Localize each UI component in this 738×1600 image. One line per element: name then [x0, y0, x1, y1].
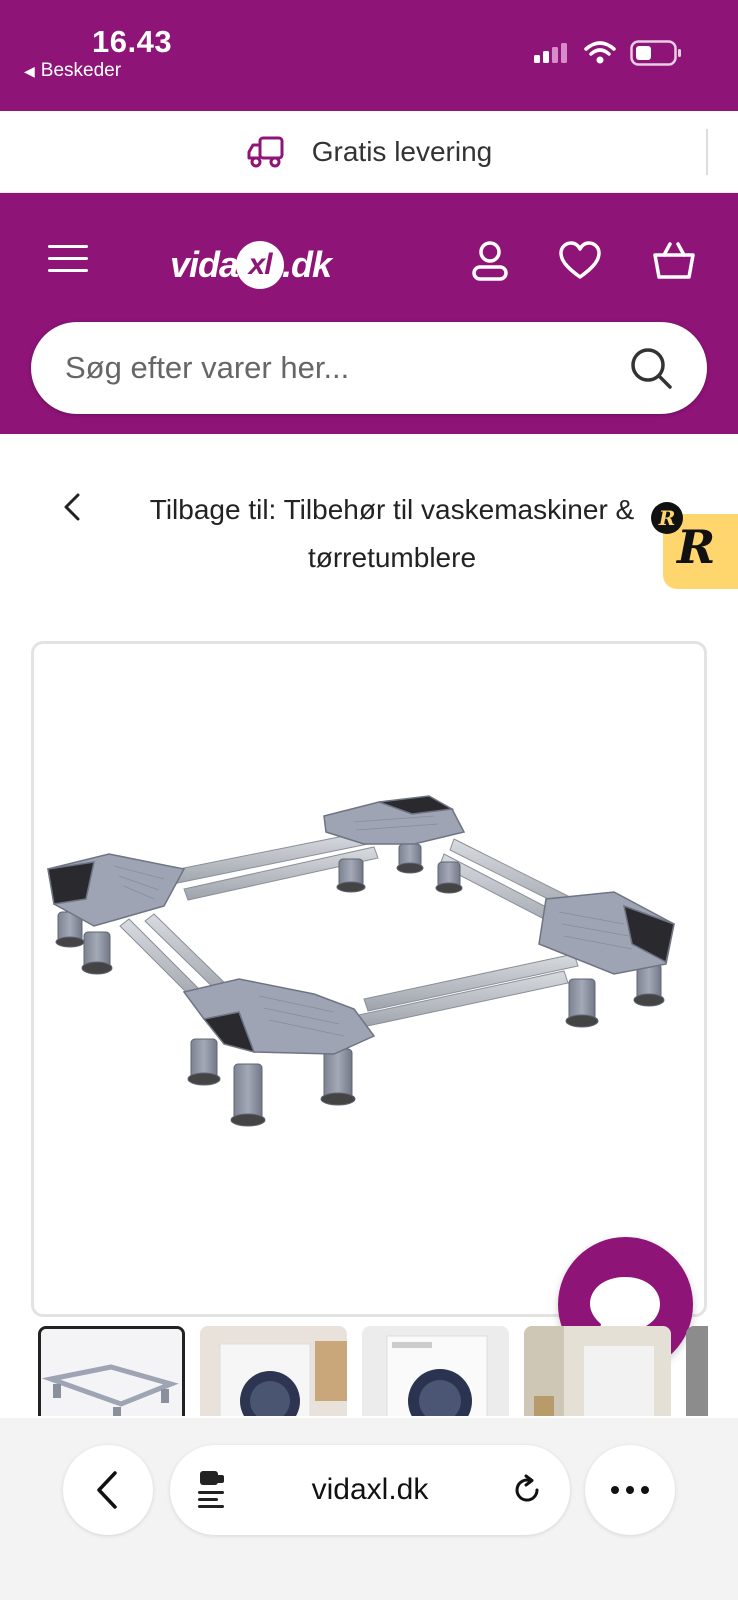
browser-url-bar[interactable]: vidaxl.dk [170, 1445, 570, 1535]
thumbnail-3[interactable] [362, 1326, 509, 1416]
reward-badge-small-letter: R [651, 502, 683, 534]
back-icon [97, 1471, 117, 1509]
back-triangle-icon: ◀ [24, 62, 35, 79]
reward-badge-letter: R [677, 520, 716, 574]
logo-text-dk: .dk [282, 244, 332, 285]
product-image[interactable] [31, 641, 707, 1317]
thumbnail-2[interactable] [200, 1326, 347, 1416]
search-placeholder: Søg efter varer her... [65, 350, 350, 385]
menu-icon[interactable] [48, 245, 88, 275]
delivery-truck-icon [247, 136, 284, 167]
thumbnail-room-image [524, 1326, 671, 1416]
promo-text: Gratis levering [311, 135, 493, 167]
browser-url-text: vidaxl.dk [311, 1473, 429, 1506]
thumbnail-strip [38, 1326, 708, 1416]
thumbnail-4[interactable] [524, 1326, 671, 1416]
status-time: 16.43 [92, 24, 173, 59]
browser-toolbar: vidaxl.dk [0, 1418, 738, 1600]
reward-badge[interactable]: R R [651, 502, 738, 589]
browser-more-button[interactable] [585, 1445, 675, 1535]
thumbnail-partial-image [686, 1326, 708, 1416]
more-icon [611, 1486, 649, 1494]
basket-icon[interactable] [652, 239, 696, 283]
thumbnail-washer-image [200, 1326, 347, 1416]
status-bar: 16.43 ◀ Beskeder [0, 0, 738, 111]
site-header: vida xl .dk Søg efter varer her... [0, 193, 738, 434]
thumbnail-1[interactable] [38, 1326, 185, 1416]
reload-icon[interactable] [510, 1473, 544, 1507]
reader-icon[interactable] [196, 1469, 232, 1511]
breadcrumb[interactable]: Tilbage til: Tilbehør til vaskemaskiner … [60, 486, 670, 582]
browser-back-button[interactable] [63, 1445, 153, 1535]
battery-icon [630, 40, 681, 66]
thumbnail-stand-image [41, 1329, 182, 1416]
promo-divider [706, 129, 708, 175]
back-app-label: Beskeder [40, 60, 122, 81]
thumbnail-5[interactable] [686, 1326, 708, 1416]
vidaxl-logo[interactable]: vida xl .dk [170, 235, 332, 295]
promo-bar: Gratis levering [0, 111, 738, 193]
heart-icon[interactable] [558, 239, 602, 283]
thumbnail-washer-front-image [362, 1326, 509, 1416]
search-input[interactable]: Søg efter varer her... [31, 322, 707, 414]
search-icon[interactable] [629, 346, 673, 390]
wifi-icon [584, 41, 616, 64]
status-icons [534, 40, 682, 66]
breadcrumb-link[interactable]: Tilbage til: Tilbehør til vaskemaskiner … [114, 486, 670, 582]
logo-text-vida: vida [170, 244, 239, 285]
chevron-left-icon[interactable] [60, 492, 84, 522]
back-to-app-link[interactable]: ◀ Beskeder [24, 60, 121, 82]
logo-text-xl: xl [236, 241, 285, 289]
signal-icon [534, 43, 567, 63]
account-icon[interactable] [468, 239, 512, 283]
washing-machine-base-stand-image [47, 795, 675, 1127]
